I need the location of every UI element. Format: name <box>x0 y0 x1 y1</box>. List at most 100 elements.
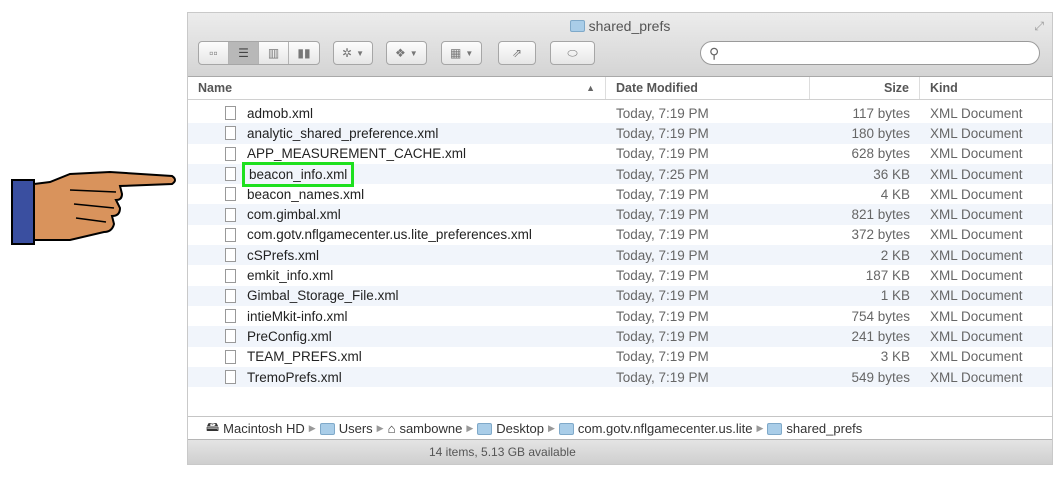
fullscreen-icon[interactable]: ⤢ <box>1034 19 1044 34</box>
date-modified: Today, 7:19 PM <box>616 247 709 263</box>
xml-file-icon <box>225 227 236 242</box>
share-button[interactable]: ⇗ <box>498 41 536 65</box>
file-kind: XML Document <box>930 288 1023 304</box>
file-name-cell: APP_MEASUREMENT_CACHE.xml <box>188 146 606 161</box>
file-name: TEAM_PREFS.xml <box>247 349 362 365</box>
file-row[interactable]: intieMkit-info.xml Today, 7:19 PM 754 by… <box>188 306 1052 326</box>
column-view-button[interactable]: ▥ <box>259 42 289 64</box>
column-size[interactable]: Size <box>810 77 920 99</box>
folder-icon <box>558 422 574 435</box>
folder-icon <box>767 422 783 435</box>
folder-icon <box>477 422 493 435</box>
file-row[interactable]: analytic_shared_preference.xml Today, 7:… <box>188 123 1052 144</box>
file-name-cell: TEAM_PREFS.xml <box>188 349 606 364</box>
file-size: 3 KB <box>880 349 910 365</box>
file-row[interactable]: TEAM_PREFS.xml Today, 7:19 PM 3 KB XML D… <box>188 347 1052 367</box>
date-modified: Today, 7:19 PM <box>616 186 709 202</box>
list-view-button[interactable]: ☰ <box>229 42 259 64</box>
column-kind[interactable]: Kind <box>920 77 1052 99</box>
xml-file-icon <box>225 146 236 161</box>
date-modified: Today, 7:19 PM <box>616 308 709 324</box>
file-kind: XML Document <box>930 125 1023 141</box>
file-name: analytic_shared_preference.xml <box>247 125 439 141</box>
xml-file-icon <box>225 268 236 283</box>
arrange-icon: ▦ <box>450 46 462 60</box>
file-row[interactable]: PreConfig.xml Today, 7:19 PM 241 bytes X… <box>188 326 1052 347</box>
icon-view-button[interactable]: ▫▫ <box>199 42 229 64</box>
xml-file-icon <box>225 288 236 303</box>
xml-file-icon <box>225 167 236 182</box>
file-name: emkit_info.xml <box>247 268 334 284</box>
file-name-cell: PreConfig.xml <box>188 329 606 344</box>
file-size: 4 KB <box>880 186 910 202</box>
coverflow-view-button[interactable]: ▮▮ <box>289 42 319 64</box>
file-row[interactable]: com.gimbal.xml Today, 7:19 PM 821 bytes … <box>188 204 1052 225</box>
file-row[interactable]: Gimbal_Storage_File.xml Today, 7:19 PM 1… <box>188 285 1052 306</box>
share-icon: ⇗ <box>511 46 523 60</box>
chevron-down-icon: ▼ <box>409 48 418 58</box>
file-size: 117 bytes <box>852 105 910 121</box>
file-row[interactable]: com.gotv.nflgamecenter.us.lite_preferenc… <box>188 225 1052 245</box>
path-item[interactable]: shared_prefs <box>786 421 862 436</box>
file-row[interactable]: emkit_info.xml Today, 7:19 PM 187 KB XML… <box>188 265 1052 285</box>
xml-file-icon <box>225 309 236 324</box>
tags-button[interactable]: ⬭ <box>550 41 595 65</box>
column-name-label: Name <box>198 81 233 95</box>
file-kind: XML Document <box>930 268 1023 284</box>
path-item[interactable]: Desktop <box>496 421 544 436</box>
file-size: 754 bytes <box>851 308 910 324</box>
file-kind: XML Document <box>930 105 1023 121</box>
dropbox-menu-button[interactable]: ❖ ▼ <box>386 41 427 65</box>
file-size: 821 bytes <box>851 207 910 223</box>
file-size: 372 bytes <box>851 227 910 243</box>
column-name[interactable]: Name ▲ <box>188 77 606 99</box>
file-row[interactable]: cSPrefs.xml Today, 7:19 PM 2 KB XML Docu… <box>188 245 1052 266</box>
view-switcher[interactable]: ▫▫ ☰ ▥ ▮▮ <box>198 41 320 65</box>
date-modified: Today, 7:19 PM <box>616 328 709 344</box>
date-modified: Today, 7:19 PM <box>616 268 709 284</box>
file-row[interactable]: beacon_names.xml Today, 7:19 PM 4 KB XML… <box>188 184 1052 204</box>
date-modified: Today, 7:19 PM <box>616 146 709 162</box>
file-name-cell: com.gotv.nflgamecenter.us.lite_preferenc… <box>188 227 606 242</box>
file-name: beacon_names.xml <box>247 186 365 202</box>
path-separator-icon: ▶ <box>308 423 316 433</box>
file-kind: XML Document <box>930 247 1023 263</box>
path-item[interactable]: Macintosh HD <box>223 421 305 436</box>
column-date[interactable]: Date Modified <box>606 77 810 99</box>
action-menu-button[interactable]: ✲ ▼ <box>333 41 373 65</box>
file-size: 549 bytes <box>851 369 910 385</box>
file-name-cell: com.gimbal.xml <box>188 207 606 222</box>
file-name: Gimbal_Storage_File.xml <box>247 288 399 304</box>
file-kind: XML Document <box>930 166 1023 182</box>
search-input[interactable]: ⚲ <box>700 41 1040 65</box>
file-size: 2 KB <box>880 247 910 263</box>
arrange-menu-button[interactable]: ▦ ▼ <box>441 41 483 65</box>
file-row[interactable]: admob.xml Today, 7:19 PM 117 bytes XML D… <box>188 103 1052 123</box>
file-name: cSPrefs.xml <box>247 247 320 263</box>
file-size: 1 KB <box>880 288 910 304</box>
file-name-cell: intieMkit-info.xml <box>188 309 606 324</box>
file-name: com.gimbal.xml <box>247 207 341 223</box>
folder-icon <box>569 20 585 32</box>
home-icon: ⌂ <box>387 421 396 436</box>
path-item[interactable]: com.gotv.nflgamecenter.us.lite <box>578 421 753 436</box>
date-modified: Today, 7:25 PM <box>616 166 709 182</box>
file-row[interactable]: beacon_info.xml Today, 7:25 PM 36 KB XML… <box>188 161 1052 187</box>
path-item[interactable]: sambowne <box>399 421 462 436</box>
file-kind: XML Document <box>930 328 1023 344</box>
window-title: shared_prefs <box>188 18 1052 34</box>
date-modified: Today, 7:19 PM <box>616 288 709 304</box>
file-row[interactable]: TremoPrefs.xml Today, 7:19 PM 549 bytes … <box>188 366 1052 388</box>
date-modified: Today, 7:19 PM <box>616 369 709 385</box>
file-row[interactable]: APP_MEASUREMENT_CACHE.xml Today, 7:19 PM… <box>188 144 1052 164</box>
file-name-cell: analytic_shared_preference.xml <box>188 126 606 141</box>
xml-file-icon <box>225 370 236 384</box>
xml-file-icon <box>225 187 236 202</box>
file-size: 628 bytes <box>851 146 910 162</box>
path-separator-icon: ▶ <box>376 423 384 433</box>
path-item[interactable]: Users <box>339 421 373 436</box>
chevron-down-icon: ▼ <box>465 48 474 58</box>
sort-ascending-icon: ▲ <box>586 83 595 93</box>
file-name-cell: cSPrefs.xml <box>188 248 606 263</box>
file-name-cell: Gimbal_Storage_File.xml <box>188 288 606 303</box>
